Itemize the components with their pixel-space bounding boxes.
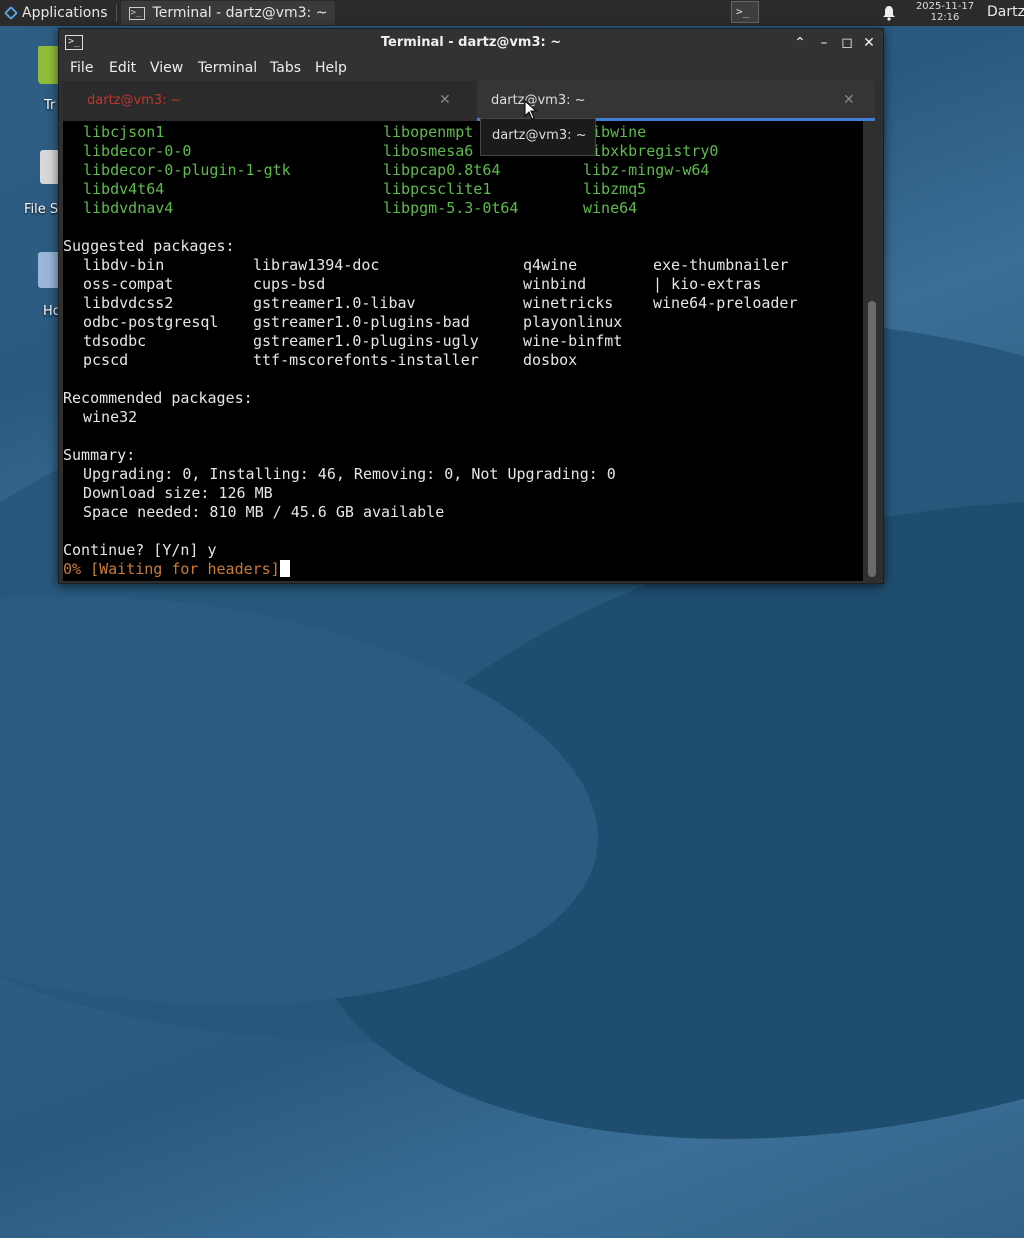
menu-tabs[interactable]: Tabs bbox=[270, 60, 301, 76]
package-name: libosmesa6 bbox=[383, 142, 474, 160]
package-name: libdv-bin bbox=[83, 256, 165, 274]
package-name: q4wine bbox=[523, 256, 578, 274]
package-name: dosbox bbox=[523, 351, 578, 369]
package-name: cups-bsd bbox=[253, 275, 326, 293]
bell-icon[interactable] bbox=[881, 5, 897, 21]
package-name: | kio-extras bbox=[653, 275, 762, 293]
menu-file[interactable]: File bbox=[70, 60, 93, 76]
tab-label: dartz@vm3: ~ bbox=[87, 93, 182, 108]
package-name: libpgm-5.3-0t64 bbox=[383, 199, 519, 217]
package-name: libdecor-0-0 bbox=[83, 142, 192, 160]
scrollbar[interactable] bbox=[865, 121, 879, 581]
tab-tooltip: dartz@vm3: ~ bbox=[480, 118, 596, 156]
mouse-pointer-icon bbox=[524, 100, 538, 120]
package-name: pcscd bbox=[83, 351, 129, 369]
section-header: Recommended packages: bbox=[63, 389, 253, 407]
package-name: ttf-mscorefonts-installer bbox=[253, 351, 479, 369]
desktop-icon-filesystem[interactable]: File S bbox=[24, 150, 60, 217]
panel-separator bbox=[115, 4, 117, 22]
shade-button[interactable]: ⌃ bbox=[791, 34, 809, 52]
window-title: Terminal - dartz@vm3: ~ bbox=[380, 35, 562, 50]
package-name: winetricks bbox=[523, 294, 614, 312]
taskbar-item-label: Terminal - dartz@vm3: ~ bbox=[152, 5, 328, 21]
drive-icon bbox=[40, 150, 60, 184]
desktop-icon-label: File S bbox=[24, 202, 59, 217]
package-name: libdv4t64 bbox=[83, 180, 165, 198]
package-name: odbc-postgresql bbox=[83, 313, 219, 331]
applications-menu-label: Applications bbox=[22, 5, 108, 21]
package-name: wine64 bbox=[583, 199, 638, 217]
applications-menu-button[interactable]: Applications bbox=[0, 0, 112, 26]
menu-bar: File Edit View Terminal Tabs Help bbox=[59, 57, 883, 81]
package-name: libxkbregistry0 bbox=[583, 142, 719, 160]
clock-date: 2025-11-17 bbox=[915, 1, 975, 12]
tab-bar: dartz@vm3: ~ ✕ dartz@vm3: ~ ✕ bbox=[63, 81, 875, 121]
package-name: oss-compat bbox=[83, 275, 174, 293]
package-name: exe-thumbnailer bbox=[653, 256, 789, 274]
window-titlebar[interactable]: >_ Terminal - dartz@vm3: ~ ⌃ – ◻ ✕ bbox=[59, 29, 883, 57]
menu-view[interactable]: View bbox=[150, 60, 183, 76]
text-cursor bbox=[279, 560, 290, 577]
progress-line: 0% [Waiting for headers] bbox=[63, 560, 290, 579]
clock[interactable]: 2025-11-17 12:16 bbox=[910, 1, 980, 23]
package-name: libdecor-0-plugin-1-gtk bbox=[83, 161, 291, 179]
package-name: libopenmpt bbox=[383, 123, 474, 141]
scrollbar-thumb[interactable] bbox=[868, 301, 876, 577]
package-name: winbind bbox=[523, 275, 587, 293]
package-name: gstreamer1.0-plugins-ugly bbox=[253, 332, 479, 350]
summary-line: Download size: 126 MB bbox=[83, 484, 273, 502]
close-tab-icon[interactable]: ✕ bbox=[439, 92, 451, 108]
package-name: wine32 bbox=[83, 408, 138, 426]
package-name: libraw1394-doc bbox=[253, 256, 380, 274]
tab-label: dartz@vm3: ~ bbox=[491, 93, 586, 108]
menu-help[interactable]: Help bbox=[315, 60, 347, 76]
progress-text: 0% [Waiting for headers] bbox=[63, 560, 280, 578]
tab-terminal-1[interactable]: dartz@vm3: ~ ✕ bbox=[63, 81, 475, 121]
package-name: libpcsclite1 bbox=[383, 180, 492, 198]
package-name: libpcap0.8t64 bbox=[383, 161, 501, 179]
clock-time: 12:16 bbox=[930, 12, 960, 23]
section-header: Summary: bbox=[63, 446, 136, 464]
package-name: gstreamer1.0-libav bbox=[253, 294, 416, 312]
close-button[interactable]: ✕ bbox=[860, 34, 878, 52]
terminal-output[interactable]: libcjson1 libopenmpt libwine libdecor-0-… bbox=[63, 121, 863, 581]
continue-prompt: Continue? [Y/n] y bbox=[63, 541, 217, 559]
minimize-button[interactable]: – bbox=[815, 34, 833, 52]
package-name: gstreamer1.0-plugins-bad bbox=[253, 313, 470, 331]
top-panel: Applications >_ Terminal - dartz@vm3: ~ … bbox=[0, 0, 1024, 26]
summary-line: Space needed: 810 MB / 45.6 GB available bbox=[83, 503, 445, 521]
package-name: libdvdcss2 bbox=[83, 294, 174, 312]
section-header: Suggested packages: bbox=[63, 237, 235, 255]
package-name: libdvdnav4 bbox=[83, 199, 174, 217]
package-name: playonlinux bbox=[523, 313, 623, 331]
package-name: wine-binfmt bbox=[523, 332, 623, 350]
menu-terminal[interactable]: Terminal bbox=[198, 60, 257, 76]
package-name: libz-mingw-w64 bbox=[583, 161, 710, 179]
package-name: libzmq5 bbox=[583, 180, 647, 198]
terminal-launcher-icon[interactable]: >_ bbox=[731, 1, 759, 23]
close-tab-icon[interactable]: ✕ bbox=[843, 92, 855, 108]
package-name: tdsodbc bbox=[83, 332, 147, 350]
maximize-button[interactable]: ◻ bbox=[838, 34, 856, 52]
applications-menu-icon bbox=[4, 6, 18, 20]
summary-line: Upgrading: 0, Installing: 46, Removing: … bbox=[83, 465, 616, 483]
package-name: libcjson1 bbox=[83, 123, 165, 141]
terminal-window: >_ Terminal - dartz@vm3: ~ ⌃ – ◻ ✕ File … bbox=[58, 28, 884, 584]
package-name: wine64-preloader bbox=[653, 294, 798, 312]
taskbar-item-terminal[interactable]: >_ Terminal - dartz@vm3: ~ bbox=[120, 1, 336, 25]
terminal-icon: >_ bbox=[128, 6, 145, 20]
menu-edit[interactable]: Edit bbox=[109, 60, 136, 76]
user-menu[interactable]: Dartz bbox=[987, 4, 1024, 20]
